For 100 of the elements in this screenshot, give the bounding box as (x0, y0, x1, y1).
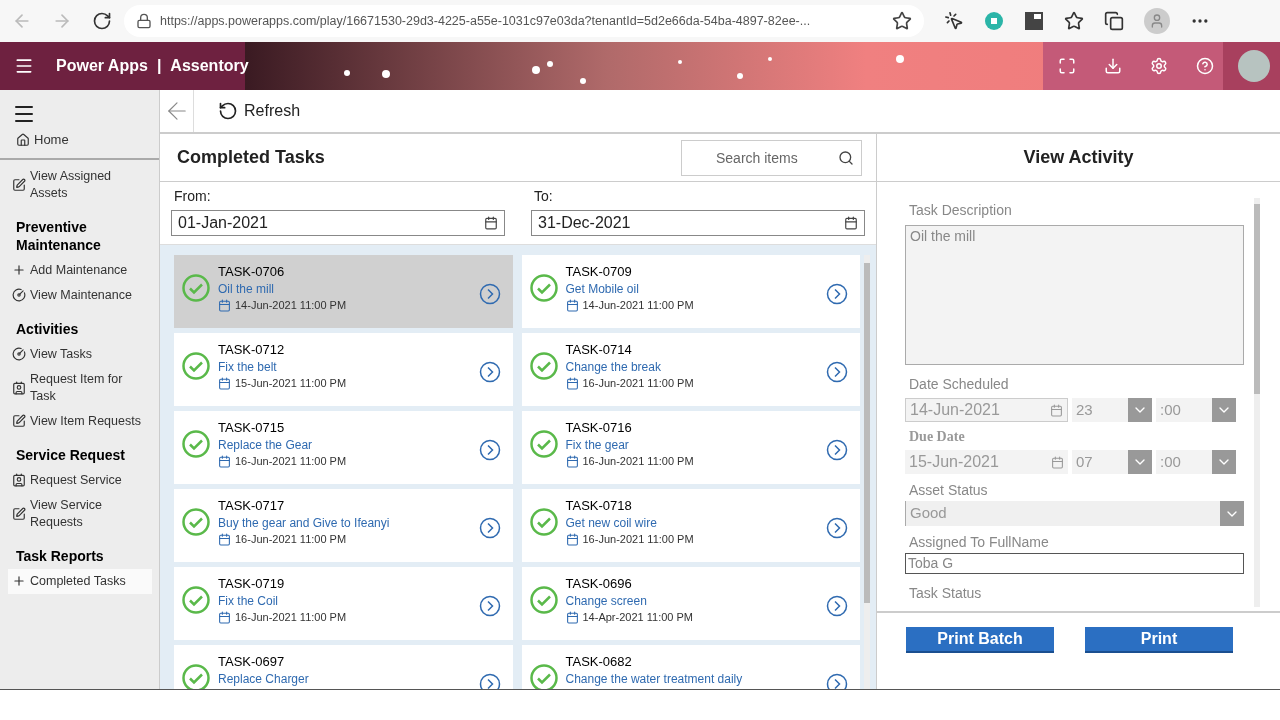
sidebar-item[interactable]: Request Item for Task (8, 366, 152, 409)
chevron-circle-icon[interactable] (826, 516, 848, 539)
header-separator: | (156, 56, 162, 76)
item-icon (12, 263, 26, 277)
check-circle-icon (529, 429, 558, 458)
item-icon (12, 288, 26, 302)
field-label: Asset Status (909, 481, 989, 500)
task-card[interactable]: TASK-0719 Fix the Coil 16-Jun-2021 11:00 PM (174, 567, 513, 640)
task-card[interactable]: TASK-0717 Buy the gear and Give to Ifeanyi 16-Jun-2021 11:00 PM (174, 489, 513, 562)
sidebar-item[interactable]: View Item Requests (8, 408, 152, 434)
check-circle-icon (529, 273, 558, 302)
task-date: 16-Jun-2021 11:00 PM (582, 532, 694, 547)
sidebar-item[interactable]: View Tasks (8, 341, 152, 367)
check-circle-icon (182, 351, 210, 380)
task-description: Fix the gear (565, 437, 630, 453)
print-button[interactable]: Print (1085, 627, 1233, 653)
task-description: Replace Charger (218, 671, 310, 687)
date-label: From: (174, 187, 212, 206)
home-item[interactable]: Home (16, 130, 159, 150)
chevron-circle-icon[interactable] (826, 594, 848, 617)
field-label: Assigned To FullName (909, 533, 1050, 552)
task-date: 16-Jun-2021 11:00 PM (582, 376, 694, 391)
check-circle-icon (529, 507, 558, 536)
sidebar-item[interactable]: View Maintenance (8, 282, 152, 308)
task-card[interactable]: TASK-0682 Change the water treatment daily (521, 645, 860, 689)
scrollbar[interactable] (864, 255, 870, 689)
assigned-field[interactable]: Toba G (905, 553, 1244, 574)
calendar-icon (218, 532, 231, 546)
calendar-icon (218, 610, 231, 624)
task-card[interactable]: TASK-0696 Change screen 14-Apr-2021 11:00 PM (521, 567, 860, 640)
date-picker[interactable]: 01-Jan-2021 (171, 210, 505, 236)
task-description: Get Mobile oil (565, 281, 640, 297)
field-label: Task Status (909, 584, 983, 603)
item-icon (12, 177, 26, 192)
chevron-circle-icon[interactable] (478, 516, 501, 539)
chevron-circle-icon[interactable] (478, 360, 501, 383)
cursor-icon[interactable] (944, 11, 964, 31)
sidebar-heading: Preventive Maintenance (16, 217, 102, 254)
field-label: Due Date (909, 428, 966, 446)
task-card[interactable]: TASK-0697 Replace Charger (174, 645, 513, 689)
refresh-icon (218, 101, 238, 121)
task-card[interactable]: TASK-0706 Oil the mill 14-Jun-2021 11:00 PM (174, 255, 513, 328)
calendar-icon (218, 298, 231, 312)
calendar-icon (1050, 403, 1063, 417)
chevron-circle-icon[interactable] (478, 594, 501, 617)
reload-icon[interactable] (92, 11, 112, 31)
extension-icon[interactable] (1024, 11, 1044, 31)
date-label: To: (534, 187, 554, 206)
refresh-button[interactable]: Refresh (218, 99, 301, 123)
address-bar[interactable]: https://apps.powerapps.com/play/16671530-29d3-4225-a55e-1031c97e03da?tenantId=5d2e66da-54ba-4897-82ee-... (124, 5, 924, 37)
task-card[interactable]: TASK-0716 Fix the gear 16-Jun-2021 11:00 PM (521, 411, 860, 484)
print-button[interactable]: Print Batch (906, 627, 1054, 653)
app-launcher-icon[interactable] (14, 56, 34, 76)
task-id: TASK-0712 (218, 341, 286, 359)
calendar-icon (565, 610, 579, 624)
fit-screen-icon[interactable] (1058, 57, 1076, 75)
check-circle-icon (182, 273, 210, 302)
calendar-icon (565, 532, 579, 546)
item-icon (12, 506, 26, 521)
field-label: Task Description (909, 201, 1013, 220)
help-icon[interactable] (1196, 57, 1214, 75)
task-date: 15-Jun-2021 11:00 PM (235, 376, 347, 391)
task-description: Change screen (565, 593, 648, 609)
sidebar-item[interactable]: View Service Requests (8, 492, 152, 535)
profile-icon[interactable] (1144, 8, 1170, 34)
chevron-circle-icon[interactable] (478, 282, 501, 305)
task-description: Oil the mill (218, 281, 275, 297)
task-card[interactable]: TASK-0715 Replace the Gear 16-Jun-2021 11:00 PM (174, 411, 513, 484)
chevron-circle-icon[interactable] (826, 282, 848, 305)
sidebar-item[interactable]: Request Service (8, 467, 152, 493)
sidebar-item[interactable]: Completed Tasks (8, 568, 152, 594)
app-name: Assentory (170, 56, 249, 76)
task-card[interactable]: TASK-0714 Change the break 16-Jun-2021 11:00 PM (521, 333, 860, 406)
collections-icon[interactable] (1104, 11, 1124, 31)
sidebar-heading: Service Request (16, 445, 126, 464)
chevron-circle-icon[interactable] (826, 438, 848, 461)
task-card[interactable]: TASK-0718 Get new coil wire 16-Jun-2021 11:00 PM (521, 489, 860, 562)
task-description: Buy the gear and Give to Ifeanyi (218, 515, 391, 531)
chevron-circle-icon[interactable] (478, 438, 501, 461)
download-icon[interactable] (1104, 57, 1122, 75)
task-id: TASK-0715 (218, 419, 286, 437)
sidebar-item[interactable]: View Assigned Assets (8, 163, 152, 206)
scrollbar[interactable] (1254, 198, 1260, 607)
task-description: Change the water treatment daily (565, 671, 744, 687)
settings-icon[interactable] (1150, 57, 1168, 75)
task-id: TASK-0718 (565, 497, 633, 515)
task-date: 14-Apr-2021 11:00 PM (582, 610, 693, 625)
date-picker[interactable]: 31-Dec-2021 (531, 210, 865, 236)
panel-title: Completed Tasks (177, 146, 326, 169)
task-card[interactable]: TASK-0712 Fix the belt 15-Jun-2021 11:00 PM (174, 333, 513, 406)
search-field[interactable]: Search items (681, 139, 862, 176)
chevron-circle-icon[interactable] (826, 360, 848, 383)
favorite-add-icon[interactable] (892, 11, 912, 31)
calendar-icon (565, 376, 579, 390)
task-card[interactable]: TASK-0709 Get Mobile oil 14-Jun-2021 11:00 PM (521, 255, 860, 328)
favorites-icon[interactable] (1064, 11, 1084, 31)
task-description: Replace the Gear (218, 437, 314, 453)
sidebar-item[interactable]: Add Maintenance (8, 257, 152, 283)
panel-title: View Activity (1023, 146, 1134, 169)
task-date: 16-Jun-2021 11:00 PM (235, 610, 347, 625)
